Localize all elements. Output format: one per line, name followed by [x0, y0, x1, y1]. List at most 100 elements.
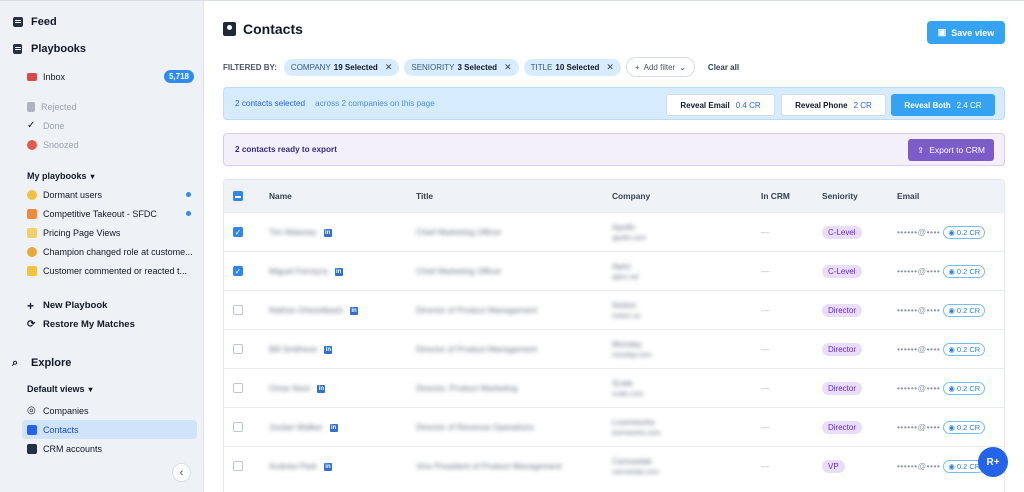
sidebar-item-inbox[interactable]: Inbox 5,718: [0, 67, 203, 86]
sidebar-item-done[interactable]: ✓ Done: [0, 116, 203, 135]
filter-chip-seniority[interactable]: SENIORITY 3 Selected ✕: [404, 58, 519, 76]
contact-name[interactable]: Miguel Ferreyra in: [269, 266, 343, 276]
in-crm-value: —: [761, 266, 770, 276]
collapse-sidebar-button[interactable]: ‹: [172, 463, 191, 482]
column-header-in-crm[interactable]: In CRM: [761, 191, 790, 201]
contact-company[interactable]: Apex apex.net: [612, 260, 639, 284]
contact-company[interactable]: Loomworks loomworks.com: [612, 416, 661, 440]
row-checkbox[interactable]: [233, 344, 243, 354]
eye-icon: ◉: [948, 422, 955, 432]
row-checkbox[interactable]: [233, 461, 243, 471]
contact-name[interactable]: Omar Noor in: [269, 383, 326, 393]
export-status: 2 contacts ready to export: [235, 145, 337, 154]
table-row[interactable]: Omar Noor in Director, Product Marketing Sc…: [224, 368, 1004, 407]
contact-title: Vice President of Product Management: [416, 461, 562, 471]
sidebar-item-companies[interactable]: ◎ Companies: [0, 401, 203, 420]
contact-name[interactable]: Andrew Park in: [269, 461, 332, 471]
linkedin-icon[interactable]: in: [334, 267, 343, 276]
linkedin-icon[interactable]: in: [324, 345, 333, 354]
table-row[interactable]: Tim Maloneyin Chief Marketing Officer Apol…: [224, 212, 1004, 251]
explore-section[interactable]: ⌕ Explore: [0, 354, 203, 372]
credit-cost: 0.4 CR: [735, 100, 761, 110]
reveal-email-credit-button[interactable]: ◉ 0.2 CR: [943, 264, 986, 278]
my-playbooks-header[interactable]: My playbooks ▾: [0, 167, 203, 185]
sidebar-item-playbook[interactable]: Competitive Takeout - SFDC: [0, 204, 203, 223]
table-row[interactable]: Bill Smithson in Director of Product Manag…: [224, 329, 1004, 368]
seniority-badge: Director: [822, 421, 863, 434]
filter-chip-title[interactable]: TITLE 10 Selected ✕: [523, 58, 621, 76]
row-checkbox[interactable]: [233, 305, 243, 315]
sidebar-item-contacts[interactable]: Contacts: [22, 420, 197, 439]
table-row[interactable]: Miguel Ferreyrain Chief Marketing Officer…: [224, 251, 1004, 290]
email-cell: ••••••@•••• ◉ 0.2 CR: [897, 381, 986, 395]
table-row[interactable]: Jordan Walker in Director of Revenue Opera…: [224, 407, 1004, 446]
column-header-name[interactable]: Name: [269, 191, 292, 201]
filter-chip-company[interactable]: COMPANY 19 Selected ✕: [283, 58, 400, 76]
reveal-email-credit-button[interactable]: ◉ 0.2 CR: [943, 420, 986, 434]
sidebar-item-snoozed[interactable]: Snoozed: [0, 135, 203, 154]
contact-name[interactable]: Jordan Walker in: [269, 422, 338, 432]
alarm-clock-icon: [27, 139, 37, 150]
contact-name[interactable]: Nathan Ghezelbash in: [269, 305, 359, 315]
row-checkbox[interactable]: [233, 266, 243, 276]
clear-all-button[interactable]: Clear all: [708, 63, 739, 72]
reveal-phone-button[interactable]: Reveal Phone 2 CR: [781, 94, 886, 116]
close-icon[interactable]: ✕: [385, 62, 393, 73]
reveal-email-credit-button[interactable]: ◉ 0.2 CR: [943, 225, 986, 239]
row-checkbox[interactable]: [233, 422, 243, 432]
column-header-company[interactable]: Company: [612, 191, 650, 201]
new-playbook-button[interactable]: + New Playbook: [0, 296, 203, 315]
export-to-crm-button[interactable]: ⇪ Export to CRM: [908, 139, 994, 161]
default-views-header[interactable]: Default views ▾: [0, 380, 203, 398]
linkedin-icon[interactable]: in: [350, 306, 359, 315]
contact-card-icon: [27, 424, 37, 435]
sidebar-item-playbook[interactable]: Pricing Page Views: [0, 223, 203, 242]
book-icon: [12, 44, 23, 55]
linkedin-icon[interactable]: in: [317, 384, 326, 393]
row-checkbox[interactable]: [233, 383, 243, 393]
reveal-email-credit-button[interactable]: ◉ 0.2 CR: [943, 381, 986, 395]
table-row[interactable]: Nathan Ghezelbash in Director of Product M…: [224, 290, 1004, 329]
contact-company[interactable]: Notion notion.so: [612, 299, 640, 323]
reveal-email-button[interactable]: Reveal Email 0.4 CR: [666, 94, 775, 116]
row-checkbox[interactable]: [233, 227, 243, 237]
linkedin-icon[interactable]: in: [329, 423, 338, 432]
assistant-fab-button[interactable]: R+: [978, 447, 1008, 477]
select-all-checkbox[interactable]: [233, 191, 243, 201]
contact-company[interactable]: Monday monday.com: [612, 338, 652, 362]
save-view-button[interactable]: ▣ Save view: [927, 21, 1005, 44]
table-row[interactable]: Andrew Park in Vice President of Product M…: [224, 446, 1004, 485]
reveal-email-credit-button[interactable]: ◉ 0.2 CR: [943, 342, 986, 356]
reveal-email-credit-button[interactable]: ◉ 0.2 CR: [943, 303, 986, 317]
sidebar-item-playbook[interactable]: Dormant users: [0, 185, 203, 204]
linkedin-icon[interactable]: in: [323, 228, 332, 237]
contact-name[interactable]: Tim Maloney in: [269, 227, 332, 237]
chevron-left-icon: ‹: [179, 466, 184, 479]
sidebar-item-playbook[interactable]: Customer commented or reacted t...: [0, 261, 203, 280]
contact-company[interactable]: Apollo apollo.com: [612, 221, 646, 245]
linkedin-icon[interactable]: in: [323, 462, 332, 471]
column-header-email[interactable]: Email: [897, 191, 919, 201]
sidebar-item-rejected[interactable]: Rejected: [0, 97, 203, 116]
column-header-seniority[interactable]: Seniority: [822, 191, 858, 201]
inbox-count-badge: 5,718: [163, 70, 194, 83]
contact-name[interactable]: Bill Smithson in: [269, 344, 333, 354]
sidebar-feed[interactable]: Feed: [0, 12, 203, 32]
restore-matches-button[interactable]: ⟳ Restore My Matches: [0, 315, 203, 334]
app-window: Feed Playbooks Inbox 5,718 Rejected ✓ Done…: [0, 0, 1024, 492]
sidebar-item-playbook[interactable]: Champion changed role at custome...: [0, 242, 203, 261]
close-icon[interactable]: ✕: [504, 62, 512, 73]
in-crm-value: —: [761, 305, 770, 315]
contact-company[interactable]: Canvaslab canvaslab.com: [612, 455, 659, 479]
reveal-both-button[interactable]: Reveal Both 2.4 CR: [891, 94, 995, 116]
email-cell: ••••••@•••• ◉ 0.2 CR: [897, 264, 986, 278]
sidebar-item-crm-accounts[interactable]: CRM accounts: [0, 439, 203, 458]
contact-title: Director of Revenue Operations: [416, 422, 534, 432]
collision-icon: [27, 208, 37, 219]
contact-company[interactable]: Scale scale.com: [612, 377, 644, 401]
close-icon[interactable]: ✕: [606, 62, 614, 73]
column-header-title[interactable]: Title: [416, 191, 433, 201]
add-filter-button[interactable]: + Add filter ⌄: [625, 57, 695, 77]
masked-email: ••••••@••••: [897, 226, 941, 237]
sidebar-playbooks[interactable]: Playbooks: [0, 39, 203, 59]
